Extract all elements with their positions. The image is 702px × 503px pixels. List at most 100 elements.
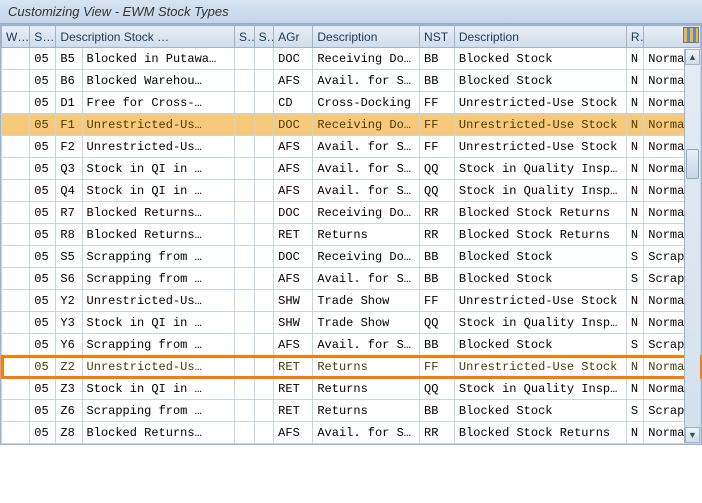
scroll-thumb[interactable] [686, 149, 699, 179]
cell-s1[interactable]: 05 [30, 158, 56, 180]
stock-types-table[interactable]: W… S… Description Stock … S… S… AGr Desc… [1, 25, 701, 444]
cell-desc2[interactable]: Returns [313, 400, 420, 422]
cell-desc2[interactable]: Avail. for Sale [313, 158, 420, 180]
cell-s2[interactable]: F1 [56, 114, 82, 136]
cell-s2[interactable]: R7 [56, 202, 82, 224]
table-row[interactable]: 05B5Blocked in Putawa…DOCReceiving Do…BB… [2, 48, 701, 70]
cell-r[interactable]: S [626, 246, 643, 268]
col-header-desc2[interactable]: Description [313, 26, 420, 48]
cell-s4[interactable] [254, 334, 274, 356]
cell-s2[interactable]: R8 [56, 224, 82, 246]
cell-s2[interactable]: B5 [56, 48, 82, 70]
cell-desc3[interactable]: Stock in Quality Inspect… [454, 158, 626, 180]
cell-r[interactable]: S [626, 268, 643, 290]
table-row[interactable]: 05Q3Stock in QI in …AFSAvail. for SaleQQ… [2, 158, 701, 180]
cell-agr[interactable]: AFS [274, 158, 313, 180]
col-header-desc3[interactable]: Description [454, 26, 626, 48]
table-row[interactable]: 05Q4Stock in QI in …AFSAvail. for SaleQQ… [2, 180, 701, 202]
cell-desc1[interactable]: Stock in QI in … [82, 180, 234, 202]
cell-desc3[interactable]: Stock in Quality Inspect… [454, 312, 626, 334]
table-row[interactable]: 05F2Unrestricted-Us…AFSAvail. for SaleFF… [2, 136, 701, 158]
cell-desc3[interactable]: Unrestricted-Use Stock [454, 290, 626, 312]
cell-r[interactable]: N [626, 158, 643, 180]
cell-agr[interactable]: RET [274, 356, 313, 378]
table-row[interactable]: 05D1Free for Cross-…CDCross-DockingFFUnr… [2, 92, 701, 114]
cell-nst[interactable]: FF [420, 356, 455, 378]
cell-nst[interactable]: QQ [420, 180, 455, 202]
table-row[interactable]: 05S6Scrapping from …AFSAvail. for SaleBB… [2, 268, 701, 290]
cell-desc1[interactable]: Unrestricted-Us… [82, 356, 234, 378]
cell-r[interactable]: N [626, 378, 643, 400]
cell-nst[interactable]: BB [420, 246, 455, 268]
cell-s3[interactable] [234, 334, 254, 356]
cell-s2[interactable]: D1 [56, 92, 82, 114]
cell-r[interactable]: S [626, 400, 643, 422]
cell-agr[interactable]: DOC [274, 114, 313, 136]
cell-r[interactable]: N [626, 422, 643, 444]
col-header-s4[interactable]: S… [254, 26, 274, 48]
cell-s2[interactable]: F2 [56, 136, 82, 158]
cell-s4[interactable] [254, 136, 274, 158]
cell-w[interactable] [2, 246, 30, 268]
cell-s1[interactable]: 05 [30, 70, 56, 92]
cell-r[interactable]: S [626, 334, 643, 356]
cell-s2[interactable]: S6 [56, 268, 82, 290]
cell-w[interactable] [2, 114, 30, 136]
cell-s3[interactable] [234, 136, 254, 158]
cell-agr[interactable]: DOC [274, 202, 313, 224]
cell-s1[interactable]: 05 [30, 312, 56, 334]
cell-desc1[interactable]: Stock in QI in … [82, 378, 234, 400]
cell-s1[interactable]: 05 [30, 268, 56, 290]
cell-desc3[interactable]: Blocked Stock Returns [454, 202, 626, 224]
cell-w[interactable] [2, 400, 30, 422]
cell-s3[interactable] [234, 92, 254, 114]
cell-s2[interactable]: Y6 [56, 334, 82, 356]
cell-desc3[interactable]: Unrestricted-Use Stock [454, 356, 626, 378]
cell-nst[interactable]: QQ [420, 158, 455, 180]
cell-desc3[interactable]: Blocked Stock Returns [454, 422, 626, 444]
cell-s3[interactable] [234, 356, 254, 378]
cell-s4[interactable] [254, 290, 274, 312]
col-header-nst[interactable]: NST [420, 26, 455, 48]
cell-nst[interactable]: QQ [420, 312, 455, 334]
table-row[interactable]: 05Y6Scrapping from …AFSAvail. for SaleBB… [2, 334, 701, 356]
cell-s1[interactable]: 05 [30, 334, 56, 356]
cell-desc2[interactable]: Avail. for Sale [313, 70, 420, 92]
cell-desc2[interactable]: Receiving Do… [313, 48, 420, 70]
table-row[interactable]: 05Z8Blocked Returns…AFSAvail. for SaleRR… [2, 422, 701, 444]
cell-nst[interactable]: RR [420, 202, 455, 224]
cell-nst[interactable]: BB [420, 334, 455, 356]
cell-s4[interactable] [254, 422, 274, 444]
col-header-desc1[interactable]: Description Stock … [56, 26, 235, 48]
table-row[interactable]: 05B6Blocked Warehou…AFSAvail. for SaleBB… [2, 70, 701, 92]
cell-s1[interactable]: 05 [30, 422, 56, 444]
cell-agr[interactable]: DOC [274, 48, 313, 70]
cell-s3[interactable] [234, 312, 254, 334]
cell-s1[interactable]: 05 [30, 378, 56, 400]
table-row[interactable]: 05Z6Scrapping from …RETReturnsBBBlocked … [2, 400, 701, 422]
cell-desc3[interactable]: Blocked Stock [454, 334, 626, 356]
cell-desc2[interactable]: Trade Show [313, 312, 420, 334]
cell-s4[interactable] [254, 224, 274, 246]
cell-r[interactable]: N [626, 202, 643, 224]
cell-desc3[interactable]: Blocked Stock [454, 400, 626, 422]
scroll-up-button[interactable]: ▲ [685, 49, 700, 65]
col-header-s3[interactable]: S… [234, 26, 254, 48]
cell-s1[interactable]: 05 [30, 92, 56, 114]
cell-r[interactable]: N [626, 356, 643, 378]
cell-agr[interactable]: CD [274, 92, 313, 114]
cell-desc3[interactable]: Blocked Stock [454, 48, 626, 70]
cell-desc1[interactable]: Scrapping from … [82, 334, 234, 356]
cell-desc1[interactable]: Blocked Returns… [82, 422, 234, 444]
cell-desc3[interactable]: Blocked Stock [454, 268, 626, 290]
cell-s4[interactable] [254, 268, 274, 290]
cell-nst[interactable]: FF [420, 92, 455, 114]
cell-s1[interactable]: 05 [30, 290, 56, 312]
cell-desc1[interactable]: Unrestricted-Us… [82, 136, 234, 158]
cell-w[interactable] [2, 70, 30, 92]
column-config-icon[interactable] [683, 27, 699, 43]
cell-s4[interactable] [254, 246, 274, 268]
cell-s2[interactable]: S5 [56, 246, 82, 268]
cell-desc3[interactable]: Unrestricted-Use Stock [454, 92, 626, 114]
cell-desc2[interactable]: Returns [313, 356, 420, 378]
